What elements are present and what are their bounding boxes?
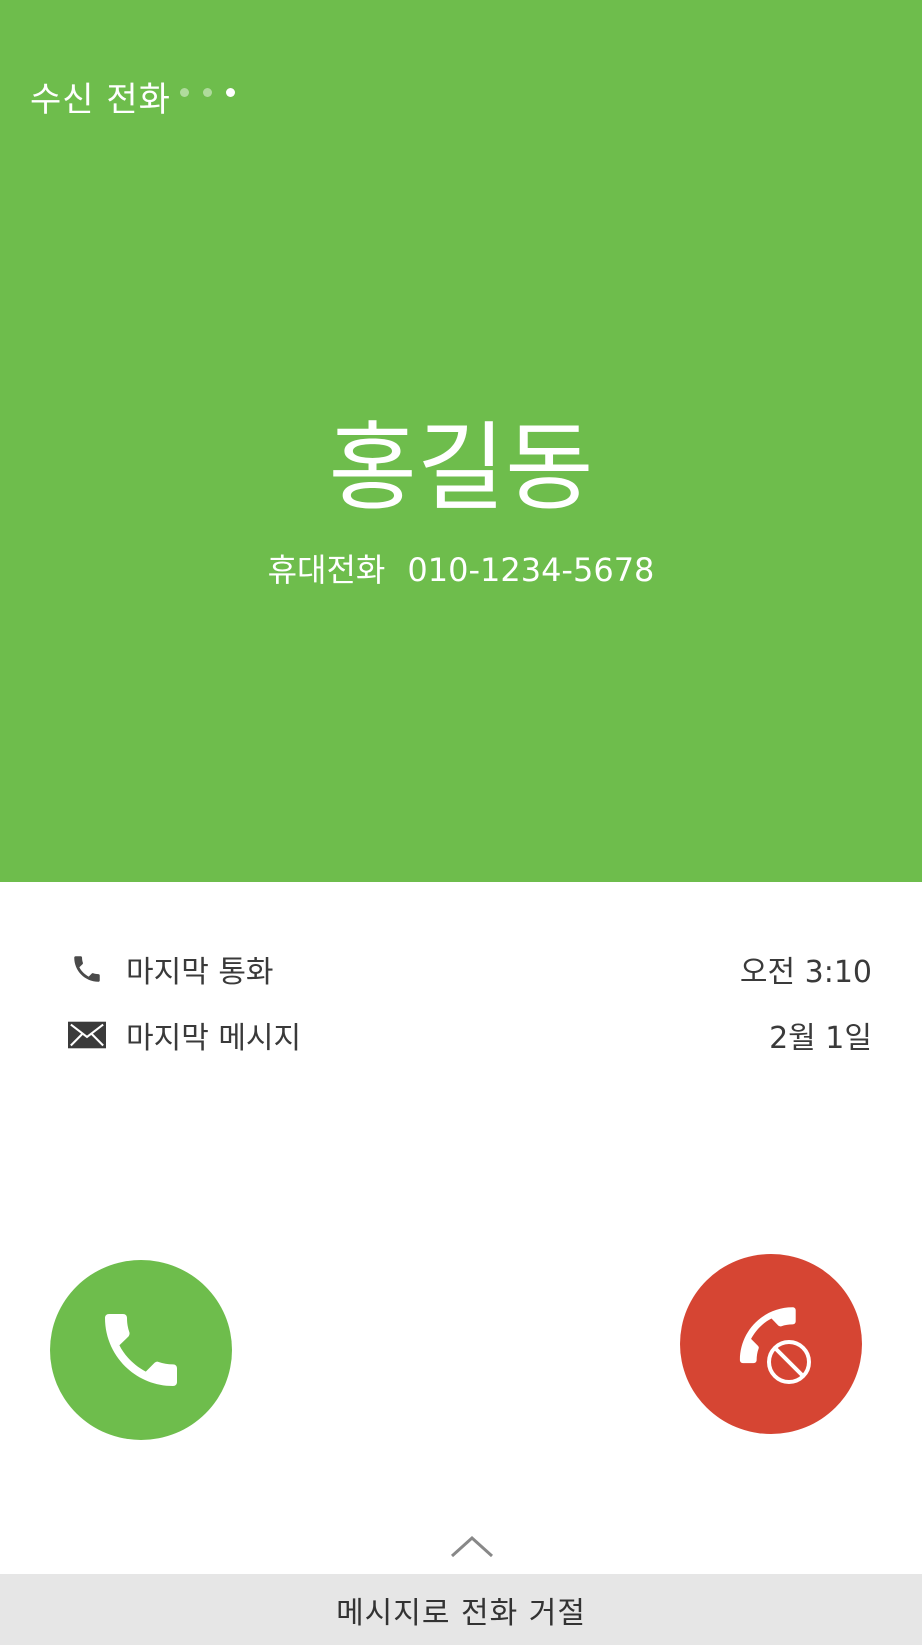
incoming-call-screen: 수신 전화 홍길동 휴대전화 010-1234-5678 마지막 통화 오전 3:… [0,0,922,1645]
reject-with-message-label: 메시지로 전화 거절 [336,1595,586,1631]
last-message-label: 마지막 메시지 [126,1021,302,1056]
last-call-label: 마지막 통화 [126,955,274,990]
page-dot [203,88,212,97]
phone-decline-icon [739,1307,811,1384]
caller-number-line: 휴대전화 010-1234-5678 [0,545,922,591]
accept-call-button[interactable] [50,1260,232,1440]
page-dot-active [226,88,235,97]
last-call-row: 마지막 통화 오전 3:10 [68,944,872,994]
chevron-up-icon[interactable] [448,1532,496,1560]
phone-icon [105,1314,177,1386]
envelope-icon [68,1016,106,1054]
number-type: 휴대전화 [267,551,386,589]
caller-name: 홍길동 [328,412,594,524]
last-message-row: 마지막 메시지 2월 1일 [68,1010,872,1060]
reject-call-button[interactable] [680,1254,862,1434]
phone-icon [68,950,106,988]
last-call-time: 오전 3:10 [739,955,872,990]
phone-number: 010-1234-5678 [407,551,655,589]
caller-header: 수신 전화 홍길동 휴대전화 010-1234-5678 [0,0,922,882]
page-indicator [180,88,235,97]
page-dot [180,88,189,97]
reject-with-message-button[interactable]: 메시지로 전화 거절 [0,1574,922,1645]
last-message-date: 2월 1일 [769,1021,872,1056]
screen-title: 수신 전화 [30,80,171,120]
